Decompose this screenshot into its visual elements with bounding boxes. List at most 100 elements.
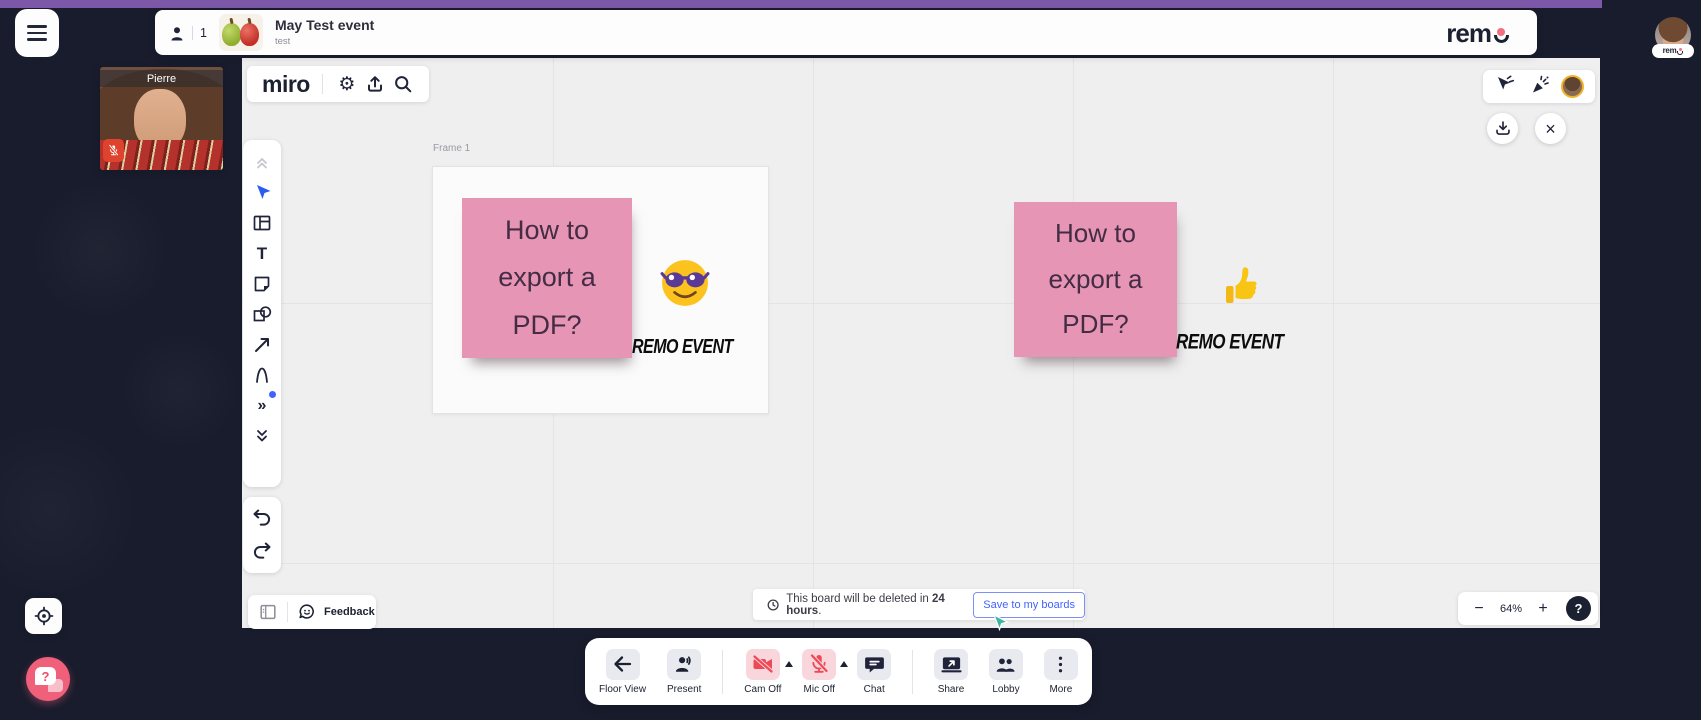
mic-off-button[interactable]: Mic Off [802, 648, 849, 695]
board-topright-bar [1483, 70, 1595, 103]
expand-toolbar-button[interactable] [250, 425, 274, 448]
share-button[interactable]: Share [934, 648, 969, 695]
remo-event-caption-1[interactable]: REMO EVENT [632, 337, 733, 360]
zoom-in-button[interactable]: + [1528, 600, 1558, 617]
miro-board-canvas[interactable]: Frame 1 How to export a PDF? REMO EVENT … [242, 58, 1600, 632]
remo-event-caption-2[interactable]: REMO EVENT [1176, 330, 1284, 355]
attendee-counter[interactable]: 1 [169, 25, 207, 41]
toolbar-divider [722, 649, 724, 694]
feedback-label[interactable]: Feedback [324, 606, 375, 618]
close-board-button[interactable]: × [1535, 113, 1566, 144]
collaborator-avatar[interactable] [1560, 75, 1584, 98]
frame-tool[interactable] [250, 211, 274, 234]
feedback-smile-icon [299, 604, 314, 619]
mic-options-caret[interactable] [840, 660, 849, 667]
menu-button[interactable] [15, 9, 59, 57]
mic-off-icon [810, 653, 829, 674]
cam-off-button[interactable]: Cam Off [744, 648, 794, 695]
undo-button[interactable] [250, 507, 274, 530]
thumbs-up-emoji[interactable] [1225, 261, 1261, 305]
toolbar-divider [287, 602, 288, 622]
undo-icon [253, 509, 271, 526]
shapes-tool[interactable] [250, 303, 274, 326]
frames-panel-icon [260, 604, 276, 620]
gear-icon: ⚙ [338, 73, 356, 95]
search-button[interactable] [389, 70, 417, 98]
present-icon [675, 655, 691, 672]
event-title: May Test event [274, 17, 375, 34]
sunglasses-emoji[interactable] [660, 258, 710, 308]
more-tools-button[interactable]: » [250, 391, 276, 417]
text-tool-icon: T [256, 243, 268, 263]
follow-pointer-button[interactable] [1494, 73, 1516, 100]
shapes-icon [253, 306, 272, 322]
collapse-toolbar-button[interactable] [250, 150, 274, 173]
reactions-button[interactable] [1528, 73, 1550, 100]
chevrons-up-icon [257, 157, 267, 168]
notification-dot [269, 391, 276, 398]
zoom-bar: − 64% + ? [1458, 592, 1598, 625]
locate-me-button[interactable] [25, 598, 62, 634]
zoom-level[interactable]: 64% [1494, 603, 1528, 615]
event-subtitle: test [274, 35, 291, 47]
grid-line [813, 58, 814, 628]
miro-logo: miro [262, 70, 310, 97]
red-apple-image [239, 23, 259, 46]
grid-line [1333, 58, 1334, 628]
sticky-note-tool[interactable] [250, 272, 274, 295]
participant-name: Pierre [100, 70, 223, 87]
feedback-button[interactable] [295, 601, 319, 624]
save-to-boards-button[interactable]: Save to my boards [973, 591, 1085, 618]
sticky-note-1-text: How to export a PDF? [498, 214, 596, 340]
remo-event-page: Frame 1 How to export a PDF? REMO EVENT … [0, 0, 1701, 720]
more-button[interactable]: More [1043, 648, 1078, 695]
sticky-note-2[interactable]: How to export a PDF? [1014, 202, 1177, 357]
pen-tool[interactable] [250, 364, 274, 387]
frame-label[interactable]: Frame 1 [433, 143, 470, 154]
redo-icon [253, 542, 271, 559]
video-tile-pierre[interactable]: Pierre [100, 67, 223, 170]
frames-panel-button[interactable] [256, 601, 280, 624]
cam-options-caret[interactable] [785, 660, 794, 667]
miro-tools-panel: T » [243, 140, 281, 487]
event-header-bar: 1 May Test event test rem [155, 10, 1537, 55]
more-tools-icon: » [257, 396, 267, 414]
floor-view-button[interactable]: Floor View [599, 648, 646, 695]
redo-button[interactable] [250, 540, 274, 563]
sticky-note-icon [254, 276, 270, 291]
miro-toolbar: miro ⚙ [247, 66, 429, 102]
export-button[interactable] [361, 70, 389, 98]
select-tool[interactable] [250, 181, 274, 204]
text-tool[interactable]: T [250, 242, 274, 265]
hamburger-icon [27, 25, 47, 28]
present-button[interactable]: Present [667, 648, 701, 695]
zoom-out-button[interactable]: − [1464, 600, 1494, 617]
support-chat-button[interactable]: ? [26, 657, 70, 701]
search-icon [394, 76, 412, 93]
arrow-icon [255, 337, 269, 352]
clock-icon [767, 598, 779, 611]
kebab-menu-icon [1059, 656, 1063, 672]
chat-button[interactable]: Chat [857, 648, 892, 695]
green-apple-image [221, 23, 241, 46]
chat-icon [864, 656, 884, 672]
divider [192, 25, 193, 40]
close-icon: × [1545, 118, 1556, 139]
bottom-toolbar: Floor View Present Cam Off Mic Off Chat … [585, 638, 1092, 705]
lobby-button[interactable]: Lobby [988, 648, 1023, 695]
arrow-tool[interactable] [250, 333, 274, 356]
undo-redo-panel [243, 497, 281, 573]
mouse-cursor [993, 614, 1009, 632]
download-board-button[interactable] [1487, 113, 1518, 144]
frame-icon [253, 215, 271, 230]
confetti-icon [1532, 75, 1549, 93]
screen-share-icon [940, 656, 962, 672]
help-button[interactable]: ? [1566, 596, 1591, 621]
avatar-remo-badge: rem [1652, 44, 1694, 58]
person-icon [171, 26, 183, 40]
feedback-bar: Feedback [248, 595, 376, 629]
remo-smile-o-icon [1493, 26, 1511, 46]
toolbar-divider [912, 649, 914, 694]
board-settings-button[interactable]: ⚙ [333, 70, 361, 98]
sticky-note-1[interactable]: How to export a PDF? [462, 198, 632, 358]
